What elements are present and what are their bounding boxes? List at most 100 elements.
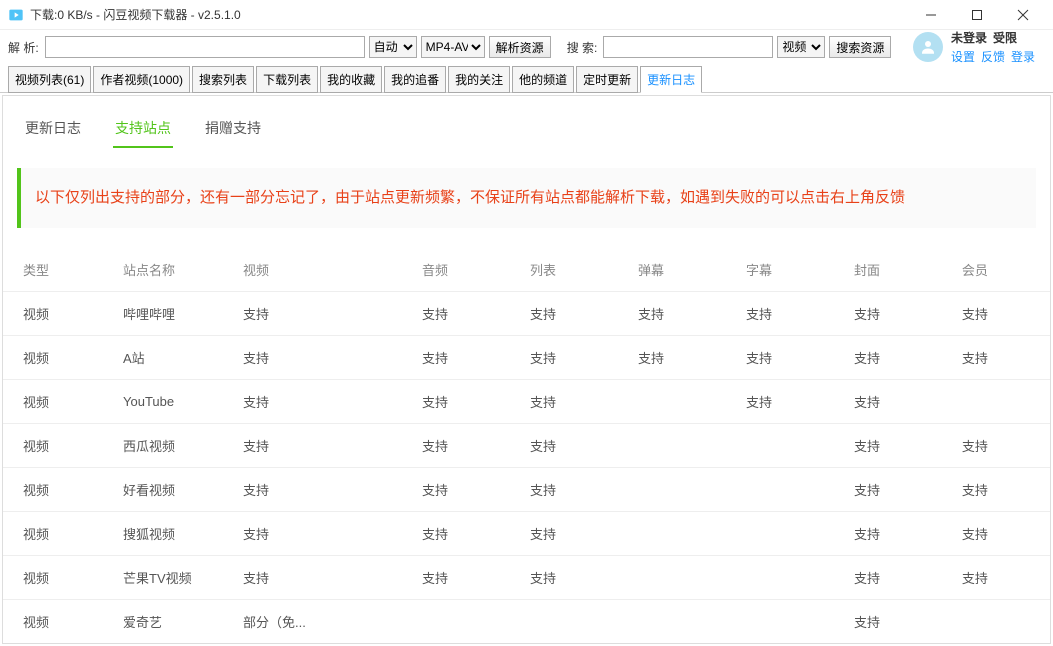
table-cell bbox=[726, 512, 834, 556]
table-cell: 视频 bbox=[3, 468, 103, 512]
table-cell: 视频 bbox=[3, 424, 103, 468]
table-cell: 支持 bbox=[510, 556, 618, 600]
parse-input[interactable] bbox=[45, 36, 365, 58]
table-cell: 视频 bbox=[3, 556, 103, 600]
table-cell: 支持 bbox=[510, 336, 618, 380]
table-cell: 爱奇艺 bbox=[103, 600, 223, 644]
auto-select[interactable]: 自动 bbox=[369, 36, 417, 58]
sub-tabs: 更新日志支持站点捐赠支持 bbox=[3, 96, 1050, 148]
table-cell: 支持 bbox=[510, 380, 618, 424]
table-cell bbox=[618, 600, 726, 644]
table-cell bbox=[618, 512, 726, 556]
table-cell: 支持 bbox=[834, 336, 942, 380]
notice-banner: 以下仅列出支持的部分，还有一部分忘记了，由于站点更新频繁，不保证所有站点都能解析… bbox=[17, 168, 1036, 228]
table-header: 字幕 bbox=[726, 248, 834, 292]
table-cell: 视频 bbox=[3, 292, 103, 336]
main-tab-4[interactable]: 我的收藏 bbox=[320, 66, 382, 93]
table-cell: 好看视频 bbox=[103, 468, 223, 512]
toolbar: 解 析: 自动 MP4-AVC 解析资源 搜 索: 视频 搜索资源 未登录 受限… bbox=[0, 30, 1053, 64]
sub-tab-2[interactable]: 捐赠支持 bbox=[203, 110, 263, 148]
window-controls bbox=[909, 1, 1045, 29]
avatar[interactable] bbox=[913, 32, 943, 62]
table-header: 会员 bbox=[942, 248, 1050, 292]
table-cell bbox=[618, 380, 726, 424]
table-cell: 支持 bbox=[223, 336, 402, 380]
table-cell: 支持 bbox=[726, 380, 834, 424]
search-button[interactable]: 搜索资源 bbox=[829, 36, 891, 58]
main-tab-8[interactable]: 定时更新 bbox=[576, 66, 638, 93]
table-cell: 支持 bbox=[942, 292, 1050, 336]
search-input[interactable] bbox=[603, 36, 773, 58]
table-cell: 支持 bbox=[223, 512, 402, 556]
table-cell: 支持 bbox=[942, 512, 1050, 556]
table-cell: 视频 bbox=[3, 336, 103, 380]
table-cell: 支持 bbox=[618, 336, 726, 380]
maximize-button[interactable] bbox=[955, 1, 999, 29]
format-select[interactable]: MP4-AVC bbox=[421, 36, 485, 58]
source-select[interactable]: 视频 bbox=[777, 36, 825, 58]
table-cell: 支持 bbox=[223, 292, 402, 336]
table-cell: 支持 bbox=[834, 512, 942, 556]
table-cell bbox=[726, 600, 834, 644]
main-tab-3[interactable]: 下载列表 bbox=[256, 66, 318, 93]
login-link[interactable]: 登录 bbox=[1011, 48, 1035, 65]
main-tab-1[interactable]: 作者视频(1000) bbox=[93, 66, 190, 93]
table-cell: 支持 bbox=[726, 336, 834, 380]
site-table: 类型站点名称视频音频列表弹幕字幕封面会员 视频哔哩哔哩支持支持支持支持支持支持支… bbox=[3, 248, 1050, 644]
table-cell bbox=[726, 556, 834, 600]
sub-tab-0[interactable]: 更新日志 bbox=[23, 110, 83, 148]
table-cell: 支持 bbox=[942, 468, 1050, 512]
table-cell: 支持 bbox=[510, 424, 618, 468]
table-cell: 支持 bbox=[726, 292, 834, 336]
table-cell: 西瓜视频 bbox=[103, 424, 223, 468]
table-header: 视频 bbox=[223, 248, 402, 292]
table-row: 视频爱奇艺部分（免... 支持 bbox=[3, 600, 1050, 644]
table-cell: 支持 bbox=[834, 292, 942, 336]
table-row: 视频A站支持支持支持支持支持支持支持 bbox=[3, 336, 1050, 380]
main-tab-7[interactable]: 他的频道 bbox=[512, 66, 574, 93]
table-cell bbox=[618, 556, 726, 600]
table-cell: 视频 bbox=[3, 644, 103, 645]
main-tab-0[interactable]: 视频列表(61) bbox=[8, 66, 91, 93]
table-cell bbox=[942, 380, 1050, 424]
table-cell: 支持 bbox=[402, 512, 510, 556]
main-tab-6[interactable]: 我的关注 bbox=[448, 66, 510, 93]
main-tab-2[interactable]: 搜索列表 bbox=[192, 66, 254, 93]
content-area: 更新日志支持站点捐赠支持 以下仅列出支持的部分，还有一部分忘记了，由于站点更新频… bbox=[0, 93, 1053, 646]
table-cell bbox=[618, 644, 726, 645]
table-cell: 搜狐视频 bbox=[103, 512, 223, 556]
table-cell: A站 bbox=[103, 336, 223, 380]
table-header: 类型 bbox=[3, 248, 103, 292]
main-tab-5[interactable]: 我的追番 bbox=[384, 66, 446, 93]
main-tabs: 视频列表(61)作者视频(1000)搜索列表下载列表我的收藏我的追番我的关注他的… bbox=[0, 64, 1053, 93]
table-cell: 支持 bbox=[942, 556, 1050, 600]
table-cell: 视频 bbox=[3, 380, 103, 424]
table-cell: 哔哩哔哩 bbox=[103, 292, 223, 336]
titlebar: 下载:0 KB/s - 闪豆视频下载器 - v2.5.1.0 bbox=[0, 0, 1053, 30]
table-row: 视频腾讯视频部分支持支持 bbox=[3, 644, 1050, 645]
table-cell: 支持 bbox=[402, 292, 510, 336]
main-tab-9[interactable]: 更新日志 bbox=[640, 66, 702, 93]
table-cell: 支持 bbox=[834, 468, 942, 512]
table-cell: 支持 bbox=[223, 424, 402, 468]
table-cell bbox=[402, 600, 510, 644]
table-cell: 支持 bbox=[942, 336, 1050, 380]
table-cell bbox=[726, 468, 834, 512]
table-cell bbox=[510, 644, 618, 645]
table-row: 视频搜狐视频支持支持支持支持支持 bbox=[3, 512, 1050, 556]
table-cell: 部分（免... bbox=[223, 600, 402, 644]
table-cell: 支持 bbox=[510, 292, 618, 336]
minimize-button[interactable] bbox=[909, 1, 953, 29]
close-button[interactable] bbox=[1001, 1, 1045, 29]
settings-link[interactable]: 设置 bbox=[951, 48, 975, 65]
table-cell: 支持 bbox=[834, 644, 942, 645]
table-cell bbox=[402, 644, 510, 645]
table-cell: 支持 bbox=[402, 424, 510, 468]
parse-button[interactable]: 解析资源 bbox=[489, 36, 551, 58]
table-cell bbox=[726, 424, 834, 468]
table-cell: 支持 bbox=[834, 380, 942, 424]
feedback-link[interactable]: 反馈 bbox=[981, 48, 1005, 65]
table-cell bbox=[618, 468, 726, 512]
table-cell bbox=[726, 644, 834, 645]
sub-tab-1[interactable]: 支持站点 bbox=[113, 110, 173, 148]
